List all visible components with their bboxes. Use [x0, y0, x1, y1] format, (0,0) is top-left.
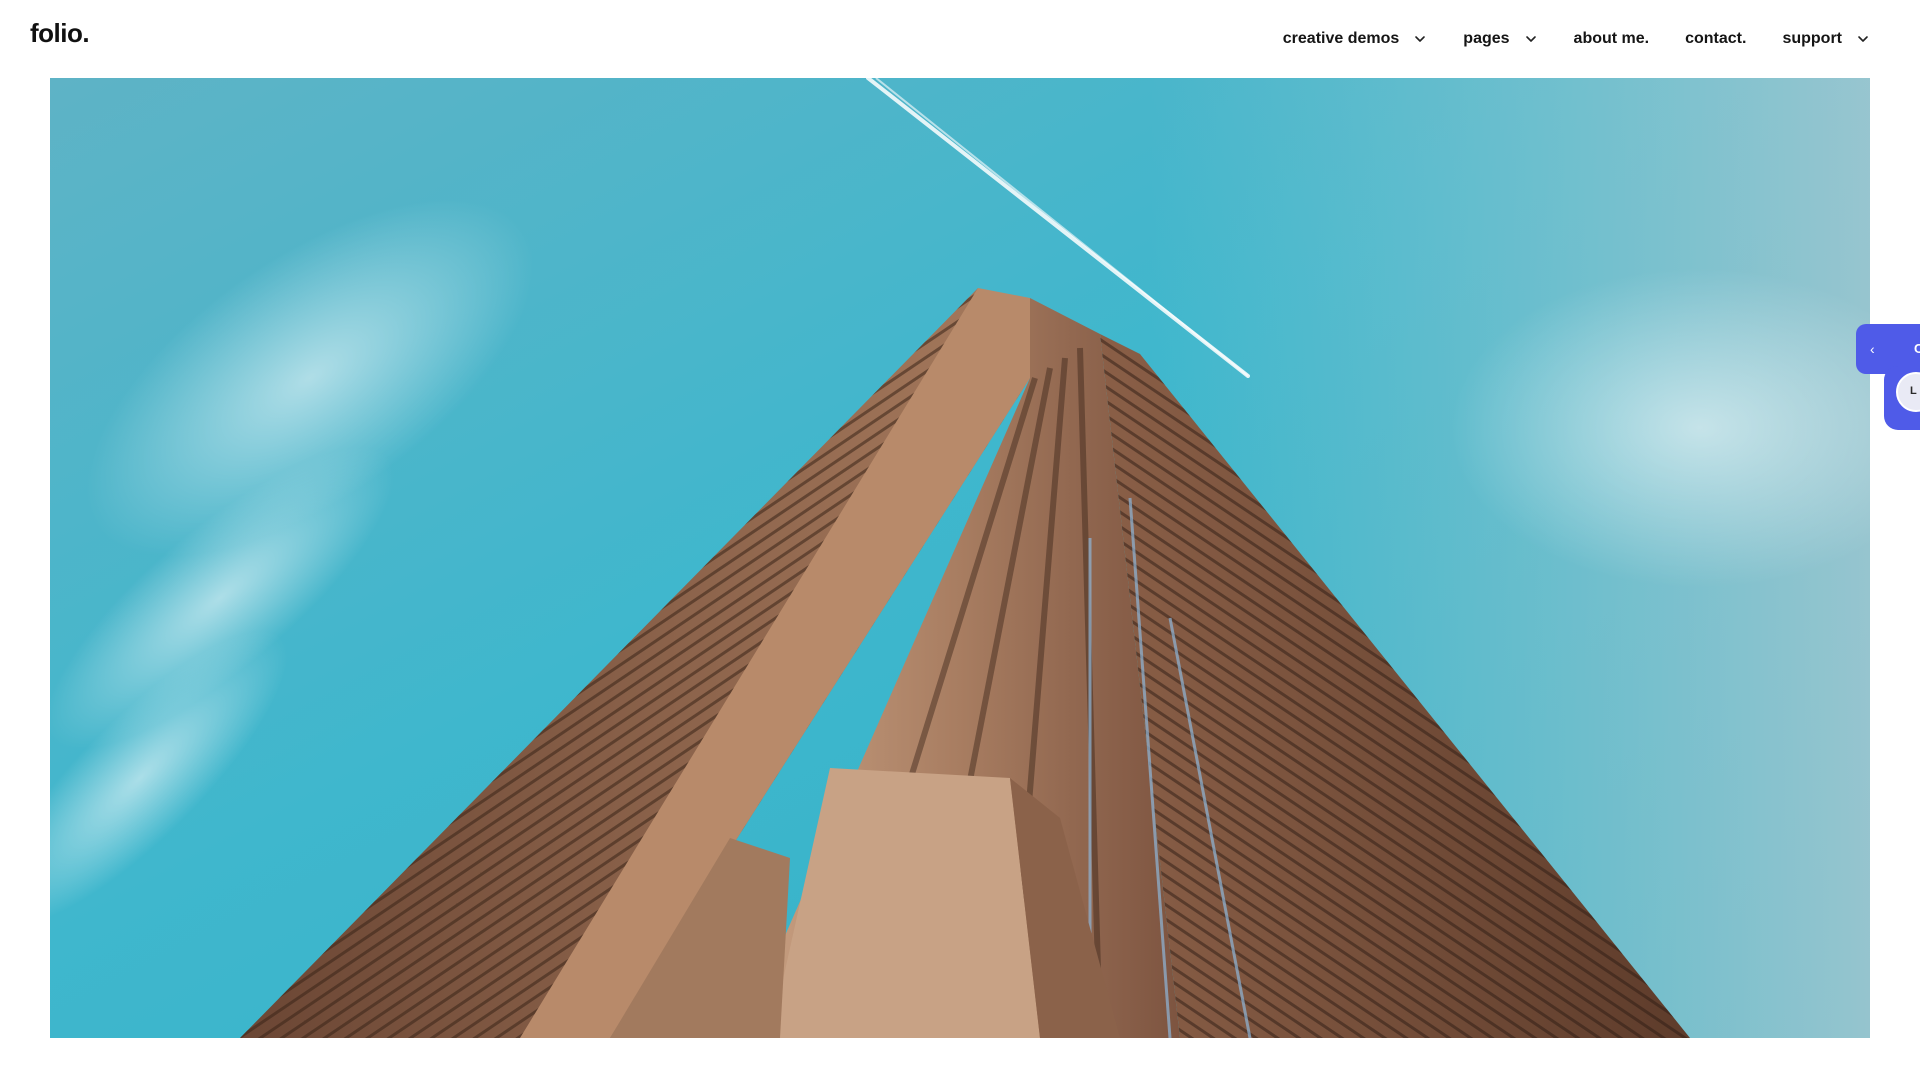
side-widget: ‹ C L: [1856, 324, 1920, 430]
nav-item-about[interactable]: about me.: [1574, 30, 1650, 48]
nav-label: support: [1782, 30, 1842, 47]
chevron-down-icon: [1524, 32, 1538, 46]
skyscraper-photo: [50, 78, 1870, 1038]
nav-label: contact.: [1685, 30, 1747, 47]
side-tab-label: C: [1914, 341, 1920, 356]
site-logo[interactable]: folio.: [30, 18, 90, 49]
nav-label: pages: [1463, 30, 1510, 47]
nav-item-contact[interactable]: contact.: [1685, 30, 1746, 48]
chevron-down-icon: [1856, 32, 1870, 46]
nav-label: about me.: [1573, 30, 1650, 47]
chevron-left-icon: ‹: [1870, 341, 1875, 357]
hero-image: [50, 78, 1870, 1038]
site-header: folio. creative demos pages about me. co…: [0, 0, 1920, 78]
nav-label: creative demos: [1282, 30, 1400, 47]
nav-item-pages[interactable]: pages: [1463, 30, 1537, 48]
main-nav: creative demos pages about me. contact. …: [1283, 26, 1870, 52]
nav-item-creative-demos[interactable]: creative demos: [1283, 30, 1428, 48]
chevron-down-icon: [1413, 32, 1427, 46]
nav-item-support[interactable]: support: [1782, 30, 1870, 48]
avatar-initial: L: [1910, 385, 1917, 397]
